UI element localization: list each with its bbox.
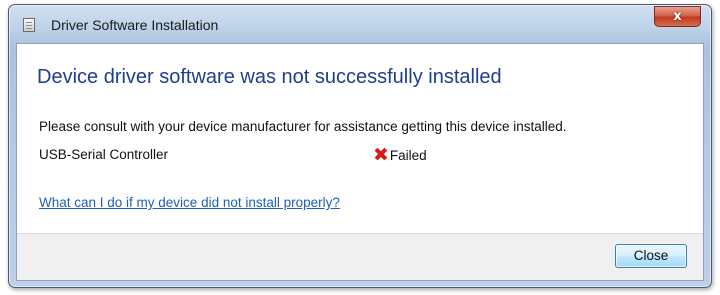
- device-name: USB-Serial Controller: [39, 147, 169, 162]
- help-link[interactable]: What can I do if my device did not insta…: [39, 195, 340, 210]
- installer-document-icon: [23, 18, 35, 32]
- dialog-body: Device driver software was not successfu…: [16, 43, 704, 281]
- status-text: Failed: [389, 147, 427, 163]
- instruction-message: Please consult with your device manufact…: [39, 119, 567, 134]
- close-icon: x: [673, 9, 682, 24]
- window-close-button[interactable]: x: [654, 6, 701, 27]
- dialog-heading: Device driver software was not successfu…: [37, 66, 502, 88]
- window-title: Driver Software Installation: [51, 17, 219, 33]
- device-status: ✖ Failed: [373, 145, 427, 165]
- dialog-footer: Close: [17, 233, 703, 280]
- red-x-failed-icon: ✖: [373, 144, 389, 166]
- close-button[interactable]: Close: [615, 244, 687, 268]
- driver-installation-dialog: Driver Software Installation x Device dr…: [8, 4, 712, 288]
- title-bar[interactable]: Driver Software Installation x: [9, 5, 711, 43]
